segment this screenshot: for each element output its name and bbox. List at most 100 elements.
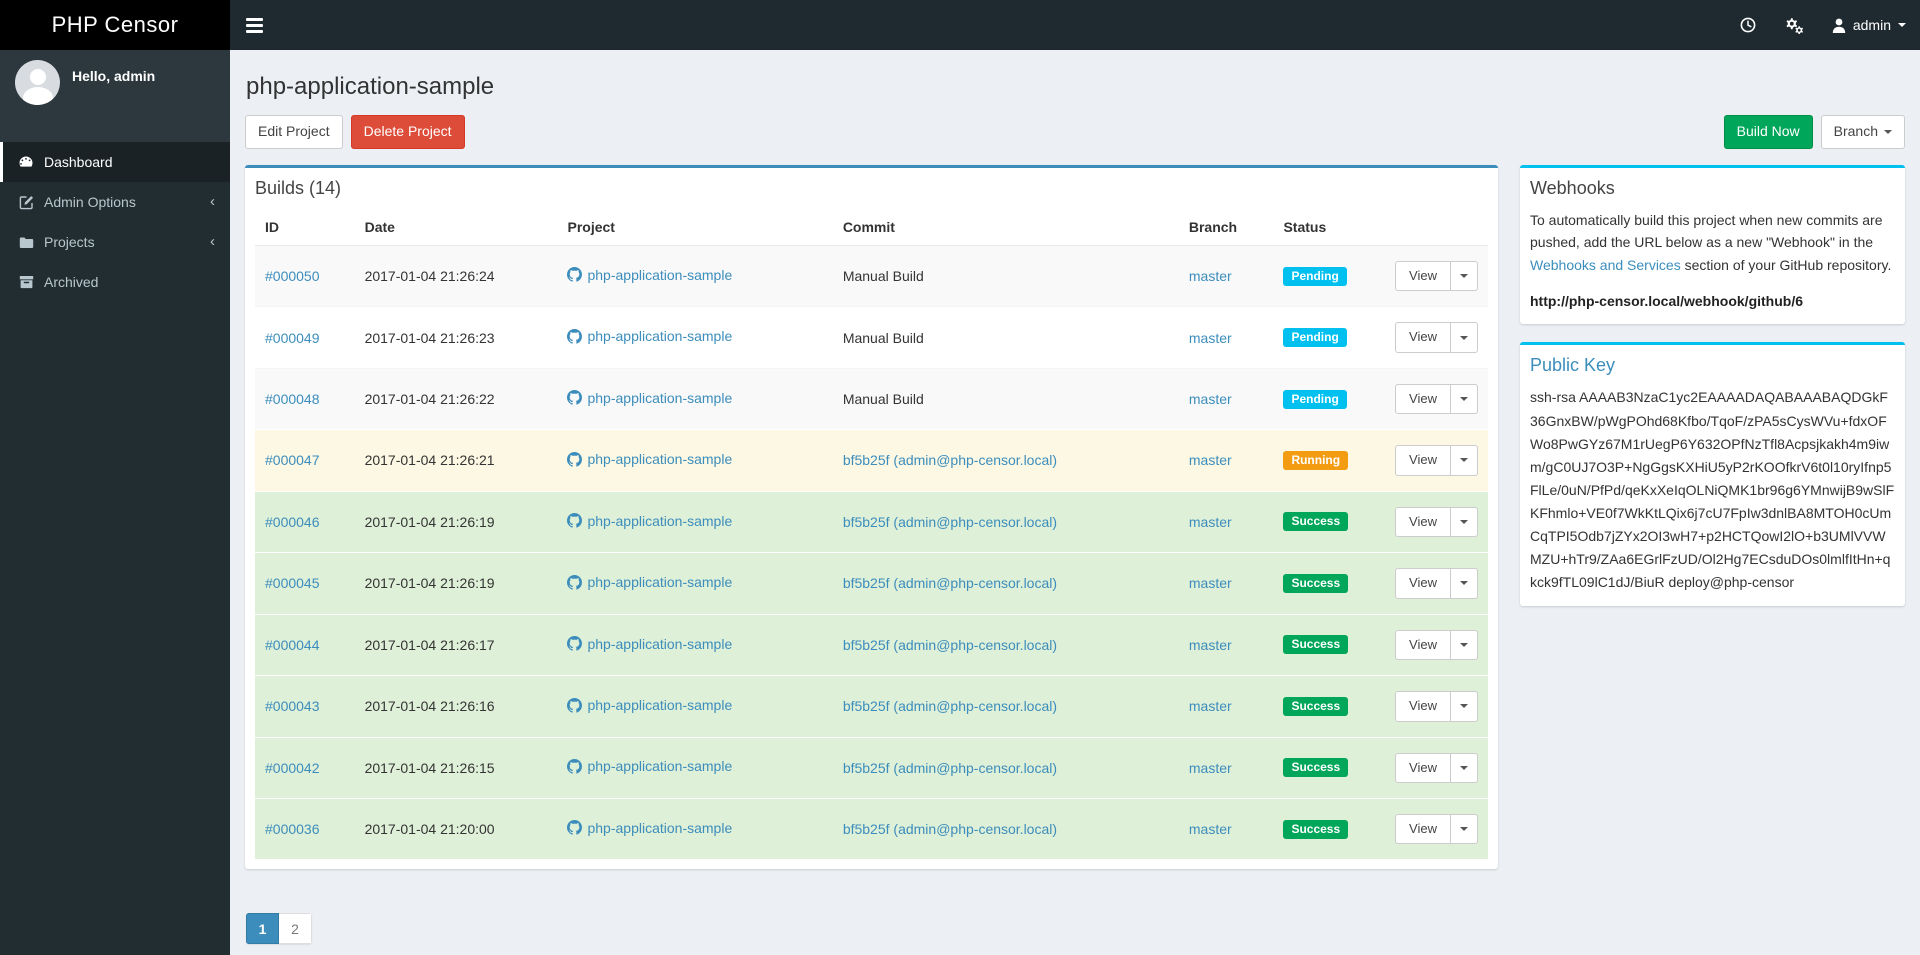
sidebar-menu: Dashboard Admin Options ‹ Projects ‹ Arc… (0, 142, 230, 302)
branch-link[interactable]: master (1189, 760, 1232, 776)
project-link[interactable]: php-application-sample (567, 328, 732, 344)
commit-link[interactable]: bf5b25f (admin@php-censor.local) (843, 698, 1057, 714)
user-icon (1832, 18, 1846, 33)
project-link[interactable]: php-application-sample (567, 451, 732, 467)
public-key-panel-title: Public Key (1530, 355, 1616, 376)
project-link[interactable]: php-application-sample (567, 390, 732, 406)
branch-dropdown-button[interactable]: Branch (1820, 115, 1905, 149)
page-title: php-application-sample (246, 73, 495, 100)
view-dropdown-toggle[interactable] (1451, 629, 1478, 661)
commit-link[interactable]: bf5b25f (admin@php-censor.local) (843, 760, 1057, 776)
caret-down-icon (1460, 397, 1468, 401)
webhooks-services-link[interactable]: Webhooks and Services (1530, 257, 1681, 273)
build-id-link[interactable]: #000046 (265, 514, 320, 530)
build-date: 2017-01-04 21:26:23 (354, 306, 558, 369)
caret-down-icon (1460, 581, 1468, 586)
user-menu-label: admin (1852, 17, 1891, 33)
view-button[interactable]: View (1395, 691, 1451, 722)
branch-link[interactable]: master (1189, 268, 1232, 284)
sidebar-toggle-button[interactable] (230, 0, 278, 50)
view-dropdown-toggle[interactable] (1451, 568, 1478, 599)
branch-link[interactable]: master (1189, 452, 1232, 468)
project-link[interactable]: php-application-sample (567, 513, 732, 529)
view-button[interactable]: View (1395, 568, 1451, 599)
view-button[interactable]: View (1395, 260, 1451, 292)
edit-project-button[interactable]: Edit Project (245, 115, 343, 149)
github-icon (567, 328, 583, 344)
table-row: #000049 2017-01-04 21:26:23 php-applicat… (255, 306, 1488, 369)
build-id-link[interactable]: #000047 (265, 452, 320, 468)
sidebar-item-archived[interactable]: Archived (0, 262, 230, 302)
build-id-link[interactable]: #000042 (265, 760, 320, 776)
commit-link[interactable]: bf5b25f (admin@php-censor.local) (843, 452, 1057, 468)
build-id-link[interactable]: #000045 (265, 575, 320, 591)
commit-link[interactable]: bf5b25f (admin@php-censor.local) (843, 821, 1057, 837)
column-header-id: ID (255, 208, 355, 246)
build-id-link[interactable]: #000043 (265, 698, 320, 714)
view-button[interactable]: View (1395, 445, 1451, 476)
commit-text: Manual Build (842, 268, 924, 285)
archive-icon (18, 275, 34, 289)
github-icon (567, 451, 583, 467)
project-link[interactable]: php-application-sample (567, 697, 732, 713)
project-link[interactable]: php-application-sample (567, 758, 732, 774)
project-link[interactable]: php-application-sample (567, 820, 732, 836)
user-menu-button[interactable]: admin (1818, 0, 1920, 50)
view-dropdown-toggle[interactable] (1451, 322, 1478, 353)
table-row: #000046 2017-01-04 21:26:19 php-applicat… (255, 490, 1488, 553)
project-link[interactable]: php-application-sample (567, 574, 732, 590)
sidebar-item-dashboard[interactable]: Dashboard (0, 142, 230, 182)
webhooks-panel-title: Webhooks (1530, 177, 1615, 198)
brand-logo[interactable]: PHP Censor (0, 0, 230, 50)
view-dropdown-toggle[interactable] (1451, 752, 1478, 783)
build-id-link[interactable]: #000048 (265, 391, 320, 407)
view-button[interactable]: View (1395, 383, 1451, 415)
build-history-button[interactable] (1726, 0, 1770, 50)
view-button[interactable]: View (1395, 506, 1451, 538)
delete-project-button[interactable]: Delete Project (350, 115, 465, 149)
build-id-link[interactable]: #000036 (265, 821, 320, 837)
project-link[interactable]: php-application-sample (567, 267, 732, 283)
build-id-link[interactable]: #000049 (265, 330, 320, 346)
view-dropdown-toggle[interactable] (1451, 691, 1478, 722)
branch-link[interactable]: master (1189, 637, 1232, 653)
view-dropdown-toggle[interactable] (1451, 383, 1478, 415)
edit-icon (18, 195, 34, 210)
builds-table: ID Date Project Commit Branch Status #00… (255, 208, 1488, 860)
user-greeting: Hello, admin (72, 68, 156, 84)
view-dropdown-toggle[interactable] (1451, 813, 1478, 845)
settings-button[interactable] (1770, 0, 1818, 50)
sidebar-item-projects[interactable]: Projects ‹ (0, 222, 230, 262)
view-dropdown-toggle[interactable] (1451, 260, 1478, 292)
branch-link[interactable]: master (1189, 330, 1232, 346)
view-dropdown-toggle[interactable] (1451, 506, 1478, 538)
branch-link[interactable]: master (1189, 575, 1232, 591)
branch-link[interactable]: master (1189, 391, 1232, 407)
project-link[interactable]: php-application-sample (567, 636, 732, 652)
page-button-1[interactable]: 1 (246, 913, 279, 945)
table-row: #000044 2017-01-04 21:26:17 php-applicat… (255, 613, 1488, 676)
commit-link[interactable]: bf5b25f (admin@php-censor.local) (843, 575, 1057, 591)
sidebar-item-admin-options[interactable]: Admin Options ‹ (0, 182, 230, 222)
build-now-button[interactable]: Build Now (1723, 115, 1813, 149)
table-row: #000042 2017-01-04 21:26:15 php-applicat… (255, 736, 1488, 799)
status-badge: Running (1283, 450, 1349, 470)
build-date: 2017-01-04 21:26:17 (354, 613, 558, 676)
view-button[interactable]: View (1395, 322, 1451, 353)
view-button[interactable]: View (1395, 752, 1451, 783)
view-button[interactable]: View (1395, 629, 1451, 661)
webhook-url: http://php-censor.local/webhook/github/6 (1530, 293, 1803, 310)
commit-link[interactable]: bf5b25f (admin@php-censor.local) (843, 514, 1057, 530)
commit-link[interactable]: bf5b25f (admin@php-censor.local) (843, 637, 1057, 653)
view-dropdown-toggle[interactable] (1451, 445, 1478, 476)
status-badge: Success (1283, 635, 1349, 655)
page-button-2[interactable]: 2 (279, 913, 312, 945)
branch-link[interactable]: master (1189, 698, 1232, 714)
branch-link[interactable]: master (1189, 821, 1232, 837)
view-button[interactable]: View (1395, 813, 1451, 845)
build-id-link[interactable]: #000044 (265, 637, 320, 653)
branch-link[interactable]: master (1189, 514, 1232, 530)
build-id-link[interactable]: #000050 (265, 268, 320, 284)
table-row: #000045 2017-01-04 21:26:19 php-applicat… (255, 552, 1488, 615)
table-row: #000036 2017-01-04 21:20:00 php-applicat… (255, 797, 1488, 860)
